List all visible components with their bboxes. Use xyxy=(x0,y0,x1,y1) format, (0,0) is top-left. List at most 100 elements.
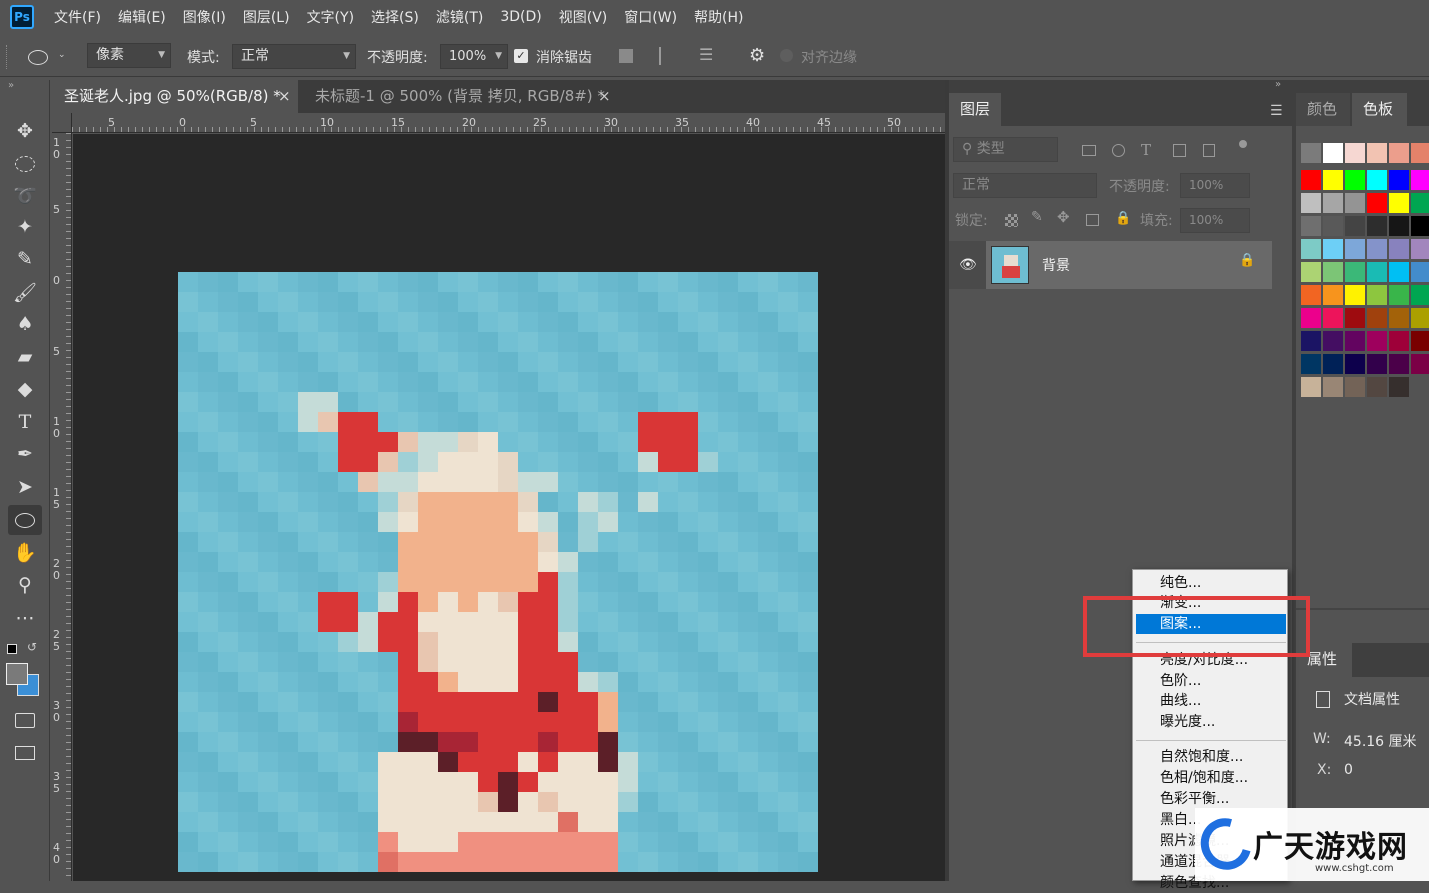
color-swatch[interactable] xyxy=(1389,354,1409,374)
filter-adjustment-icon[interactable] xyxy=(1112,144,1125,157)
menu-view[interactable]: 视图(V) xyxy=(559,7,608,27)
tab-swatches[interactable]: 色板 xyxy=(1352,93,1407,126)
tab-untitled-document[interactable]: 未标题-1 @ 500% (背景 拷贝, RGB/8#) * × xyxy=(303,80,623,113)
color-swatch[interactable] xyxy=(1389,170,1409,190)
move-tool-icon[interactable]: ✥ xyxy=(8,116,42,146)
tab-santa-document[interactable]: 圣诞老人.jpg @ 50%(RGB/8) * × xyxy=(52,80,298,113)
color-swatch[interactable] xyxy=(1367,377,1387,397)
menu-3d[interactable]: 3D(D) xyxy=(500,9,541,25)
menu-item-hue-saturation[interactable]: 色相/饱和度... xyxy=(1136,768,1286,788)
gear-icon[interactable]: ⚙ xyxy=(749,45,765,66)
color-swatch[interactable] xyxy=(1301,193,1321,213)
menu-item-exposure[interactable]: 曝光度... xyxy=(1136,712,1286,732)
foreground-color-swatch[interactable] xyxy=(6,663,28,685)
brush-tool-icon[interactable]: 🖌 xyxy=(8,277,42,307)
magic-wand-tool-icon[interactable]: ✦ xyxy=(8,212,42,242)
color-swatch[interactable] xyxy=(1301,216,1321,236)
color-swatch[interactable] xyxy=(1367,193,1387,213)
color-swatch[interactable] xyxy=(1389,377,1409,397)
color-swatch[interactable] xyxy=(1301,285,1321,305)
opacity-input[interactable]: 100% ▼ xyxy=(440,44,508,69)
blend-mode-select[interactable]: 正常 xyxy=(953,173,1097,198)
color-swatch[interactable] xyxy=(1411,308,1429,328)
swap-colors-icon[interactable]: ↺ xyxy=(27,640,37,654)
color-swatch[interactable] xyxy=(1411,143,1429,163)
color-swatch[interactable] xyxy=(1345,377,1365,397)
layer-row-background[interactable]: 背景 🔒 xyxy=(986,241,1272,289)
color-swatch[interactable] xyxy=(1301,239,1321,259)
color-swatch[interactable] xyxy=(1411,170,1429,190)
zoom-tool-icon[interactable]: ⚲ xyxy=(8,570,42,600)
selection-tool-icon[interactable]: ➤ xyxy=(8,472,42,502)
color-swatch[interactable] xyxy=(1323,216,1343,236)
filter-shape-icon[interactable] xyxy=(1173,144,1186,157)
color-swatch[interactable] xyxy=(1389,308,1409,328)
color-swatch[interactable] xyxy=(1323,262,1343,282)
filter-toggle-icon[interactable] xyxy=(1239,140,1247,148)
panel-menu-icon[interactable]: ☰ xyxy=(1270,103,1283,119)
color-swatch[interactable] xyxy=(1389,262,1409,282)
path-arrangement-icon[interactable]: ☰ xyxy=(699,45,721,67)
menu-image[interactable]: 图像(I) xyxy=(183,7,226,27)
color-swatch[interactable] xyxy=(1411,193,1429,213)
antialias-checkbox[interactable]: ✓ xyxy=(514,49,528,63)
color-swatch[interactable] xyxy=(1367,262,1387,282)
menu-item-vibrance[interactable]: 自然饱和度... xyxy=(1136,747,1286,767)
color-swatch[interactable] xyxy=(1411,262,1429,282)
collapse-icon[interactable]: » xyxy=(1275,79,1281,90)
color-swatch[interactable] xyxy=(1345,308,1365,328)
color-swatch[interactable] xyxy=(1411,285,1429,305)
menu-help[interactable]: 帮助(H) xyxy=(694,7,743,27)
color-swatch[interactable] xyxy=(1301,262,1321,282)
quick-mask-icon[interactable] xyxy=(8,705,42,735)
ellipse-tool-preset-icon[interactable] xyxy=(28,50,48,65)
color-swatch[interactable] xyxy=(1323,193,1343,213)
color-swatch[interactable] xyxy=(1323,285,1343,305)
tab-layers[interactable]: 图层 xyxy=(949,93,1001,126)
lock-image-icon[interactable]: ✎ xyxy=(1031,209,1043,225)
marquee-tool-icon[interactable] xyxy=(8,149,42,179)
color-swatch[interactable] xyxy=(1345,331,1365,351)
color-swatch[interactable] xyxy=(1345,285,1365,305)
menu-file[interactable]: 文件(F) xyxy=(54,7,101,27)
ellipse-tool-icon[interactable] xyxy=(8,505,42,535)
eyedropper-tool-icon[interactable]: ✎ xyxy=(8,244,42,274)
lock-artboard-icon[interactable] xyxy=(1086,214,1099,226)
menu-filter[interactable]: 滤镜(T) xyxy=(436,7,483,27)
color-swatch[interactable] xyxy=(1323,308,1343,328)
layer-filter-select[interactable]: ⚲ 类型 xyxy=(953,137,1058,162)
close-icon[interactable]: × xyxy=(278,80,291,113)
color-swatch[interactable] xyxy=(1345,143,1365,163)
menu-item-levels[interactable]: 色阶... xyxy=(1136,671,1286,691)
type-tool-icon[interactable]: T xyxy=(8,407,42,437)
color-swatch[interactable] xyxy=(1323,239,1343,259)
menu-edit[interactable]: 编辑(E) xyxy=(118,7,166,27)
color-swatch[interactable] xyxy=(1367,239,1387,259)
color-swatch[interactable] xyxy=(1323,143,1343,163)
color-swatch[interactable] xyxy=(1411,331,1429,351)
color-swatch[interactable] xyxy=(1345,239,1365,259)
lock-all-icon[interactable]: 🔒 xyxy=(1115,211,1131,226)
filter-pixel-icon[interactable] xyxy=(1082,145,1096,156)
pen-tool-icon[interactable]: ✒ xyxy=(8,439,42,469)
visibility-eye-icon[interactable]: 👁 xyxy=(959,257,977,273)
color-swatch[interactable] xyxy=(1389,193,1409,213)
menu-item-color-balance[interactable]: 色彩平衡... xyxy=(1136,789,1286,809)
color-swatch[interactable] xyxy=(1389,239,1409,259)
lasso-tool-icon[interactable]: ➰ xyxy=(8,180,42,210)
path-alignment-icon[interactable] xyxy=(659,47,675,65)
hand-tool-icon[interactable]: ✋ xyxy=(8,537,42,567)
more-tools-icon[interactable]: ⋯ xyxy=(8,603,42,633)
tab-color[interactable]: 颜色 xyxy=(1296,93,1350,126)
color-swatch[interactable] xyxy=(1323,331,1343,351)
shape-mode-select[interactable]: 像素 ▼ xyxy=(87,43,171,68)
color-swatch[interactable] xyxy=(1367,170,1387,190)
color-swatch[interactable] xyxy=(1367,143,1387,163)
screen-mode-icon[interactable] xyxy=(8,738,42,768)
lock-transparent-icon[interactable] xyxy=(1005,214,1018,227)
color-swatch[interactable] xyxy=(1367,308,1387,328)
menu-item-curves[interactable]: 曲线... xyxy=(1136,691,1286,711)
color-swatch[interactable] xyxy=(1301,143,1321,163)
fill-input[interactable]: 100% xyxy=(1180,208,1250,233)
stamp-tool-icon[interactable]: ♠ xyxy=(8,309,42,339)
